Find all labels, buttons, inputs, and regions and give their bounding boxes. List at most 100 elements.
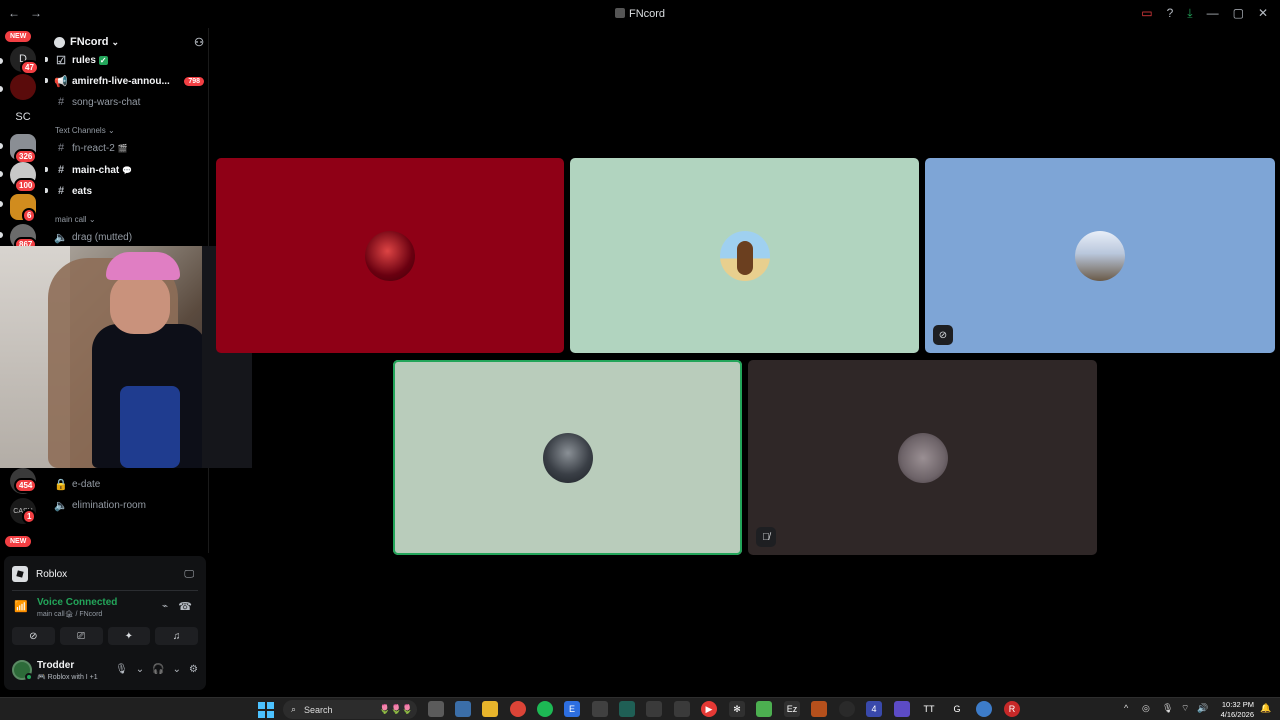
gear-icon[interactable]: ⚙ [189,664,198,675]
screen-share-icon: ⎚ [77,630,86,642]
app-icon-circle[interactable] [839,701,855,717]
channel-label: amirefn-live-annou... [72,75,170,87]
participant-avatar [897,432,948,483]
chevron-down-icon[interactable]: ⌄ [173,664,181,675]
server-icon-sc[interactable]: SC [10,104,36,130]
stream-icon[interactable]: 🖵 [184,569,194,580]
app-icon-purple[interactable] [894,701,910,717]
app-icon-g[interactable]: G [949,701,965,717]
start-button[interactable] [258,702,274,718]
app-icon-tt[interactable]: TT [921,701,937,717]
clock[interactable]: 10:32 PM 4/16/2026 [1216,700,1254,720]
channel-fn-react-2[interactable]: # fn-react-2 🎬 [54,139,204,157]
camera-off-button[interactable]: ⊘ [12,627,55,645]
video-tile[interactable] [570,158,919,353]
activities-button[interactable]: ✦ [107,627,151,645]
channel-label: song-wars-chat [72,96,141,108]
tray-app-icon[interactable]: ◎ [1142,703,1150,714]
server-header[interactable]: FNcord ⌄ ⚇ [54,32,204,52]
media-player-icon[interactable]: ▶ [701,701,717,717]
headphones-icon[interactable]: 🎧 [152,664,164,675]
channel-rules[interactable]: ☑ rules ✓ [54,51,204,69]
soundboard-button[interactable]: ♫ [155,627,198,645]
volume-icon[interactable]: 🔊 [1197,703,1208,714]
window-controls: ▭ ? ⤓ — ▢ ✕ [1141,6,1268,21]
file-explorer-icon[interactable] [482,701,498,717]
channel-song-wars-chat[interactable]: # song-wars-chat [54,93,204,111]
activity-name: Roblox [36,568,68,580]
chevron-up-icon[interactable]: ^ [1124,703,1128,713]
new-badge: NEW [5,31,32,42]
category-text-channels[interactable]: Text Channels ⌄ [55,126,115,135]
calculator-icon[interactable] [674,701,690,717]
wifi-icon[interactable]: ⌔ [1181,703,1189,714]
channel-e-date[interactable]: 🔒 e-date [54,475,204,493]
inbox-icon[interactable]: ▭ [1141,6,1152,21]
disconnect-icon[interactable]: ☎ [178,600,192,613]
channel-label: e-date [72,478,101,490]
hash-icon: # [57,96,65,108]
channel-label: fn-react-2 [72,142,115,154]
microphone-icon[interactable]: 🎙 [115,664,128,675]
roblox-taskbar-icon[interactable]: R [1004,701,1020,717]
discord-icon[interactable] [592,701,608,717]
noise-suppression-icon[interactable]: ⌁ [162,601,168,612]
voice-channel-drag[interactable]: 🔈 drag (mutted) [54,228,204,246]
minecraft-icon[interactable] [756,701,772,717]
video-tile[interactable]: 🎙̸ [748,360,1097,555]
video-tile[interactable] [216,158,564,353]
voice-channel-elimination-room[interactable]: 🔈 elimination-room [54,496,204,514]
maximize-icon[interactable]: ▢ [1233,6,1244,21]
cam-chair-accent [120,386,180,468]
server-icon-2[interactable] [10,74,36,100]
taskbar: ⌕ Search 🌷🌷🌷 E ▶ ✻ Ez 4 TT G R ^ ◎ 🎙 ⌔ 🔊… [0,697,1280,720]
channel-announcements[interactable]: 📢 amirefn-live-annou... 798 [54,72,204,90]
activity-row[interactable]: Roblox 🖵 [12,564,198,584]
user-controls: 🎙 ⌄ 🎧 ⌄ ⚙ [115,664,198,675]
taskbar-search[interactable]: ⌕ Search 🌷🌷🌷 [283,700,417,719]
activities-icon: ✦ [124,630,134,642]
help-icon[interactable]: ? [1167,6,1174,21]
channel-eats[interactable]: # eats [54,182,204,200]
signal-icon[interactable]: 📶 [14,600,28,614]
app-icon-blue[interactable]: 4 [866,701,882,717]
share-screen-button[interactable]: ⎚ [59,627,103,645]
unread-pill [0,171,3,177]
voice-channel-path[interactable]: main call🏚 / FNcord [37,610,102,618]
category-main-call[interactable]: main call ⌄ [55,215,96,224]
mention-badge: 47 [20,60,39,75]
username[interactable]: Trodder [37,660,74,671]
app-icon-steam[interactable] [646,701,662,717]
participant-avatar [542,432,593,483]
chevron-down-icon[interactable]: ⌄ [136,664,144,675]
avatar[interactable] [12,660,33,681]
app-icon-waves[interactable] [619,701,635,717]
unread-indicator [45,78,48,83]
mention-badge: 798 [184,76,204,86]
window-title: FNcord [0,8,1280,20]
chrome-icon[interactable] [510,701,526,717]
channel-main-chat[interactable]: # main-chat 💬 [54,161,204,179]
app-icon-globe[interactable] [976,701,992,717]
unread-pill [0,201,3,207]
download-icon[interactable]: ⤓ [1187,6,1192,21]
settings-icon[interactable]: ✻ [729,701,745,717]
minimize-icon[interactable]: — [1207,6,1219,21]
spotify-icon[interactable] [537,701,553,717]
unread-indicator [45,188,48,193]
unread-pill [0,58,3,64]
editor-icon[interactable]: E [564,701,580,717]
video-tile[interactable]: ⊘ [925,158,1275,353]
soundboard-icon: ♫ [172,630,181,642]
voice-status[interactable]: Voice Connected [37,597,117,608]
close-icon[interactable]: ✕ [1258,6,1268,21]
video-tile[interactable] [393,360,742,555]
mail-taskbar-icon[interactable] [455,701,471,717]
app-icon-ez[interactable]: Ez [784,701,800,717]
tray-mic-icon[interactable]: 🎙 [1162,703,1173,714]
discord-taskbar-icon[interactable] [428,701,444,717]
invite-icon[interactable]: ⚇ [194,36,204,49]
app-icon-orange[interactable] [811,701,827,717]
notification-bell-icon[interactable]: 🔔 [1260,703,1271,714]
new-badge: NEW [5,536,32,547]
